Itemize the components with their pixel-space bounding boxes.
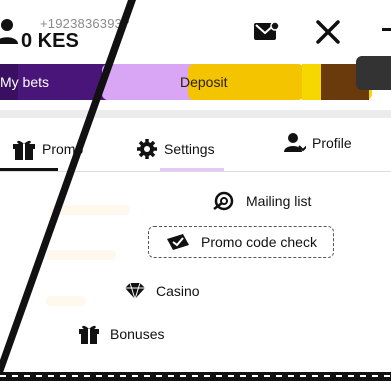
balance[interactable]: 0 KES [21,30,79,53]
tab-label: Profile [312,135,352,151]
close-icon[interactable] [314,20,342,44]
tab-bar: Promo Settings Profile [0,126,391,172]
menu-item-promo-code-check[interactable]: Promo code check [148,226,334,258]
tab-settings[interactable]: Settings [136,126,215,172]
account-icon[interactable] [0,18,18,44]
header: +1923836393? 0 KES [0,0,391,62]
menu-item-mailing-list[interactable]: Mailing list [212,188,311,214]
menu-item-casino[interactable]: Casino [124,278,200,304]
menu-item-bonuses[interactable]: Bonuses [78,320,164,348]
tab-promo[interactable]: Promo [12,126,83,172]
ghost-row [50,205,130,215]
tab-divider [0,171,391,172]
menu-item-label: Promo code check [201,234,317,250]
diamond-icon [125,282,145,300]
deposit-label: Deposit [180,74,228,90]
user-icon [284,133,306,152]
menu-item-label: Casino [156,283,200,299]
gear-icon [137,139,157,159]
page: +1923836393? 0 KES My bets Deposit Promo… [0,0,391,381]
menu-item-label: Bonuses [110,326,165,342]
menu-item-label: Mailing list [246,193,312,209]
tab-profile[interactable]: Profile [284,120,352,166]
account-id: +1923836393? [40,16,130,31]
gift-icon [79,325,99,344]
gift-icon [13,140,35,160]
my-bets-label: My bets [0,74,50,90]
ghost-row [46,250,116,260]
dark-corner-block [356,56,391,90]
ghost-row [46,296,86,306]
edge-mark [382,28,391,31]
ticket-icon [167,234,189,250]
tab-label: Settings [164,141,215,157]
section-separator [0,110,391,118]
mail-icon[interactable] [254,22,280,42]
mailing-icon [213,191,234,211]
bottom-strip-dashes [0,375,391,377]
tab-label: Promo [42,141,84,157]
